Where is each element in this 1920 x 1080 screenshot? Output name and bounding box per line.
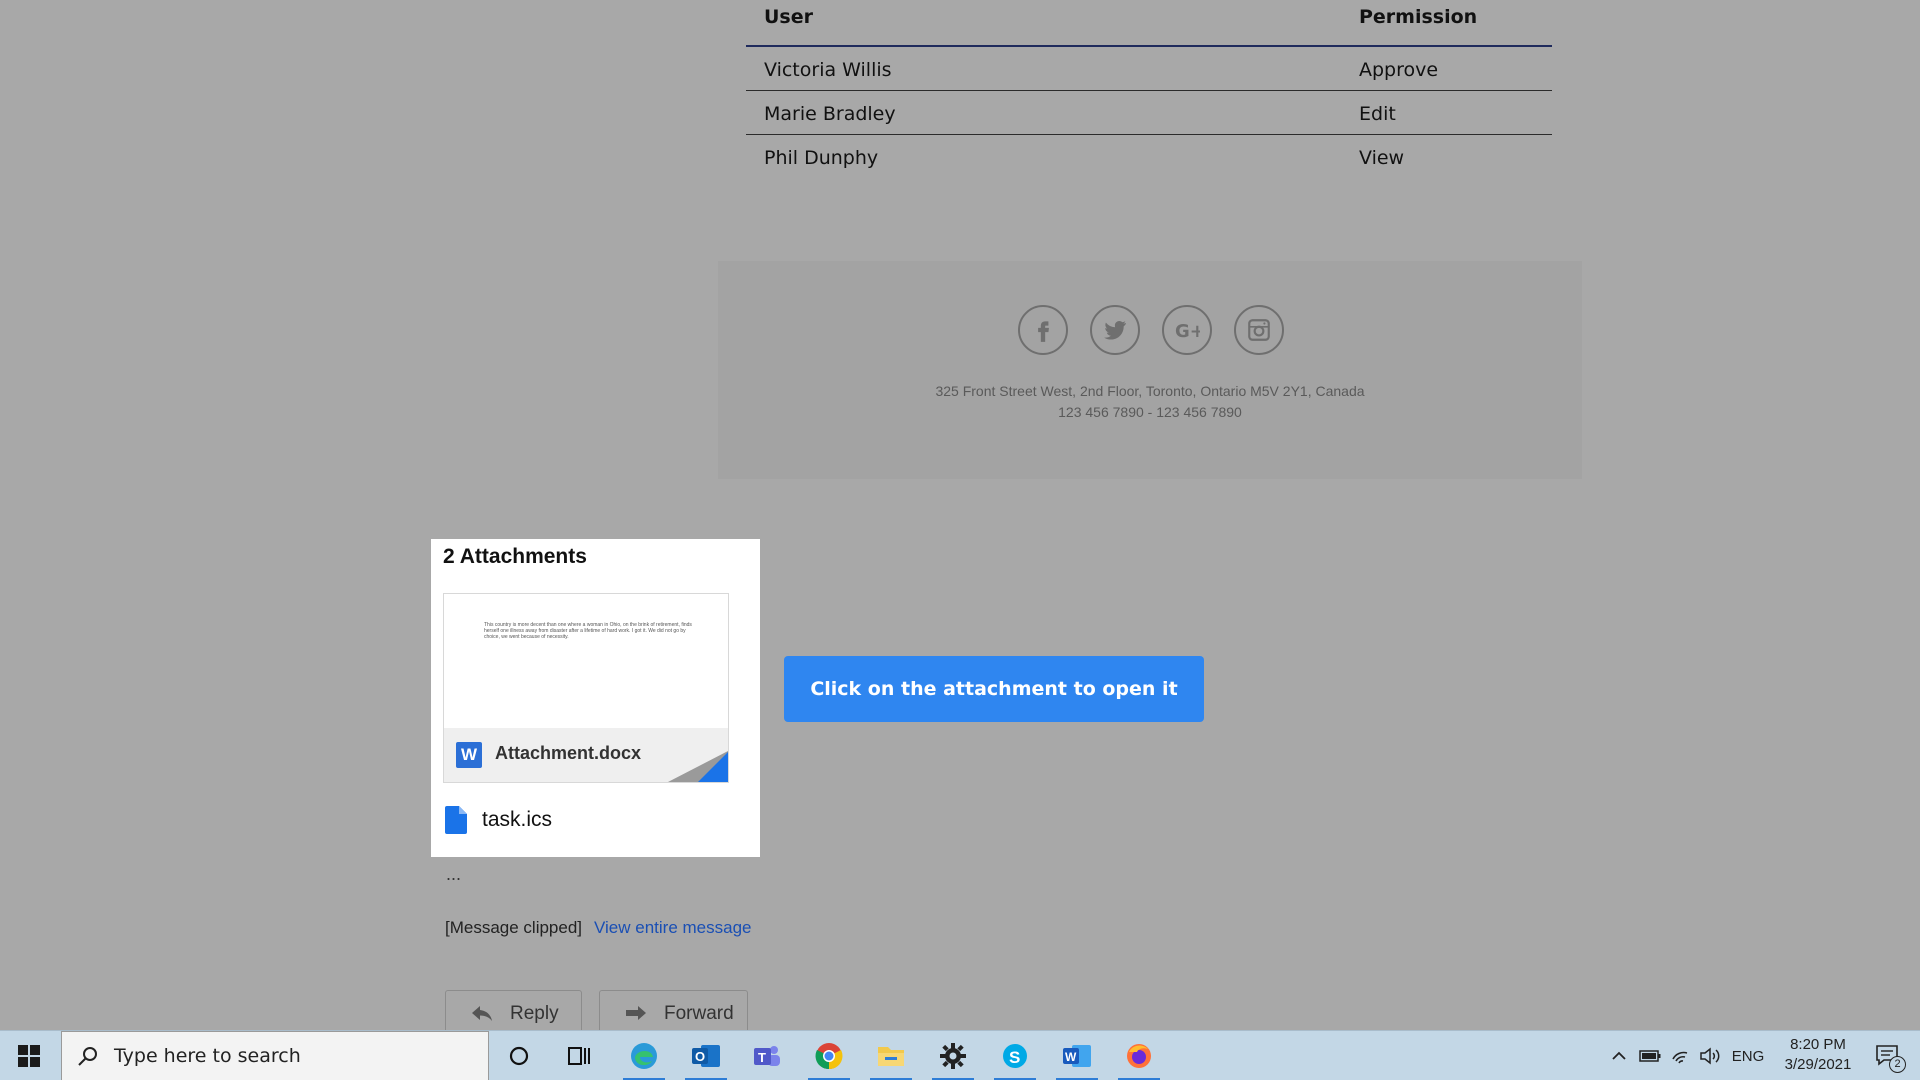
- trimmed-content-ellipsis[interactable]: ...: [446, 864, 461, 885]
- user-cell: Victoria Willis: [764, 59, 892, 81]
- file-icon: [445, 806, 467, 834]
- attachments-panel: 2 Attachments This country is more decen…: [431, 539, 760, 857]
- show-hidden-icons-chevron-icon[interactable]: [1606, 1031, 1632, 1080]
- attachment-name: Attachment.docx: [495, 743, 642, 763]
- taskbar-clock[interactable]: 8:20 PM 3/29/2021: [1768, 1035, 1868, 1075]
- ics-attachment[interactable]: task.ics: [445, 806, 552, 834]
- permission-cell: Approve: [1359, 59, 1439, 81]
- word-icon: W: [456, 742, 482, 768]
- taskbar: Type here to search O T S W ENG 8:20 PM …: [0, 1030, 1920, 1080]
- svg-text:W: W: [1065, 1050, 1077, 1064]
- permission-column-header: Permission: [1359, 6, 1478, 28]
- ics-file-name: task.ics: [482, 808, 553, 831]
- docx-attachment[interactable]: This country is more decent than one whe…: [443, 593, 729, 783]
- svg-text:T: T: [758, 1050, 766, 1065]
- user-column-header: User: [764, 6, 813, 28]
- attachment-label-bar: W Attachment.docx: [444, 728, 728, 782]
- language-indicator[interactable]: ENG: [1730, 1031, 1766, 1080]
- reply-icon: [472, 1006, 492, 1021]
- user-cell: Marie Bradley: [764, 103, 896, 125]
- teams-icon[interactable]: T: [742, 1031, 792, 1080]
- notification-center-icon[interactable]: 2: [1868, 1031, 1908, 1080]
- word-app-icon[interactable]: W: [1052, 1031, 1102, 1080]
- permission-cell: Edit: [1359, 103, 1396, 125]
- cortana-icon[interactable]: [494, 1031, 544, 1080]
- wifi-icon[interactable]: [1668, 1031, 1694, 1080]
- svg-text:O: O: [695, 1049, 705, 1064]
- settings-icon[interactable]: [928, 1031, 978, 1080]
- phone-line: 123 456 7890 - 123 456 7890: [1058, 404, 1242, 420]
- windows-start-icon[interactable]: [18, 1045, 40, 1067]
- reply-label: Reply: [510, 1003, 559, 1024]
- view-entire-message-link[interactable]: View entire message: [594, 918, 752, 938]
- table-row: Marie Bradley Edit: [746, 91, 1552, 135]
- table-row: Phil Dunphy View: [746, 135, 1552, 179]
- task-view-icon[interactable]: [554, 1031, 604, 1080]
- open-attachment-hint: Click on the attachment to open it: [784, 656, 1204, 722]
- taskbar-search-box[interactable]: Type here to search: [61, 1031, 489, 1080]
- attachments-title: 2 Attachments: [443, 545, 587, 568]
- user-cell: Phil Dunphy: [764, 147, 879, 169]
- address-line: 325 Front Street West, 2nd Floor, Toront…: [935, 383, 1365, 399]
- firefox-icon[interactable]: [1114, 1031, 1164, 1080]
- message-clipped-label: [Message clipped]: [445, 918, 583, 937]
- search-placeholder: Type here to search: [114, 1045, 301, 1067]
- permission-cell: View: [1359, 147, 1405, 169]
- twitter-icon[interactable]: [1090, 305, 1140, 355]
- attachment-preview: This country is more decent than one whe…: [484, 622, 692, 640]
- notification-count-badge: 2: [1889, 1056, 1906, 1073]
- social-links: G+: [1018, 305, 1284, 355]
- email-footer: G+ 325 Front Street West, 2nd Floor, Tor…: [718, 261, 1582, 479]
- clock-time: 8:20 PM: [1790, 1036, 1846, 1053]
- volume-icon[interactable]: [1697, 1031, 1723, 1080]
- permission-table: User Permission Victoria Willis Approve …: [746, 0, 1552, 179]
- outlook-icon[interactable]: O: [681, 1031, 731, 1080]
- page-fold-corner: [698, 750, 728, 782]
- svg-text:G+: G+: [1175, 321, 1200, 342]
- forward-icon: [626, 1006, 646, 1020]
- search-icon: [78, 1047, 97, 1066]
- clock-date: 3/29/2021: [1784, 1056, 1852, 1073]
- skype-icon[interactable]: S: [990, 1031, 1040, 1080]
- instagram-icon[interactable]: [1234, 305, 1284, 355]
- svg-text:S: S: [1009, 1048, 1020, 1067]
- table-row: Victoria Willis Approve: [746, 47, 1552, 91]
- google-plus-icon[interactable]: G+: [1162, 305, 1212, 355]
- edge-icon[interactable]: [619, 1031, 669, 1080]
- forward-label: Forward: [664, 1003, 734, 1024]
- file-explorer-icon[interactable]: [866, 1031, 916, 1080]
- facebook-icon[interactable]: [1018, 305, 1068, 355]
- footer-address: 325 Front Street West, 2nd Floor, Toront…: [718, 381, 1582, 423]
- battery-icon[interactable]: [1637, 1031, 1663, 1080]
- table-header: User Permission: [746, 0, 1552, 47]
- chrome-icon[interactable]: [804, 1031, 854, 1080]
